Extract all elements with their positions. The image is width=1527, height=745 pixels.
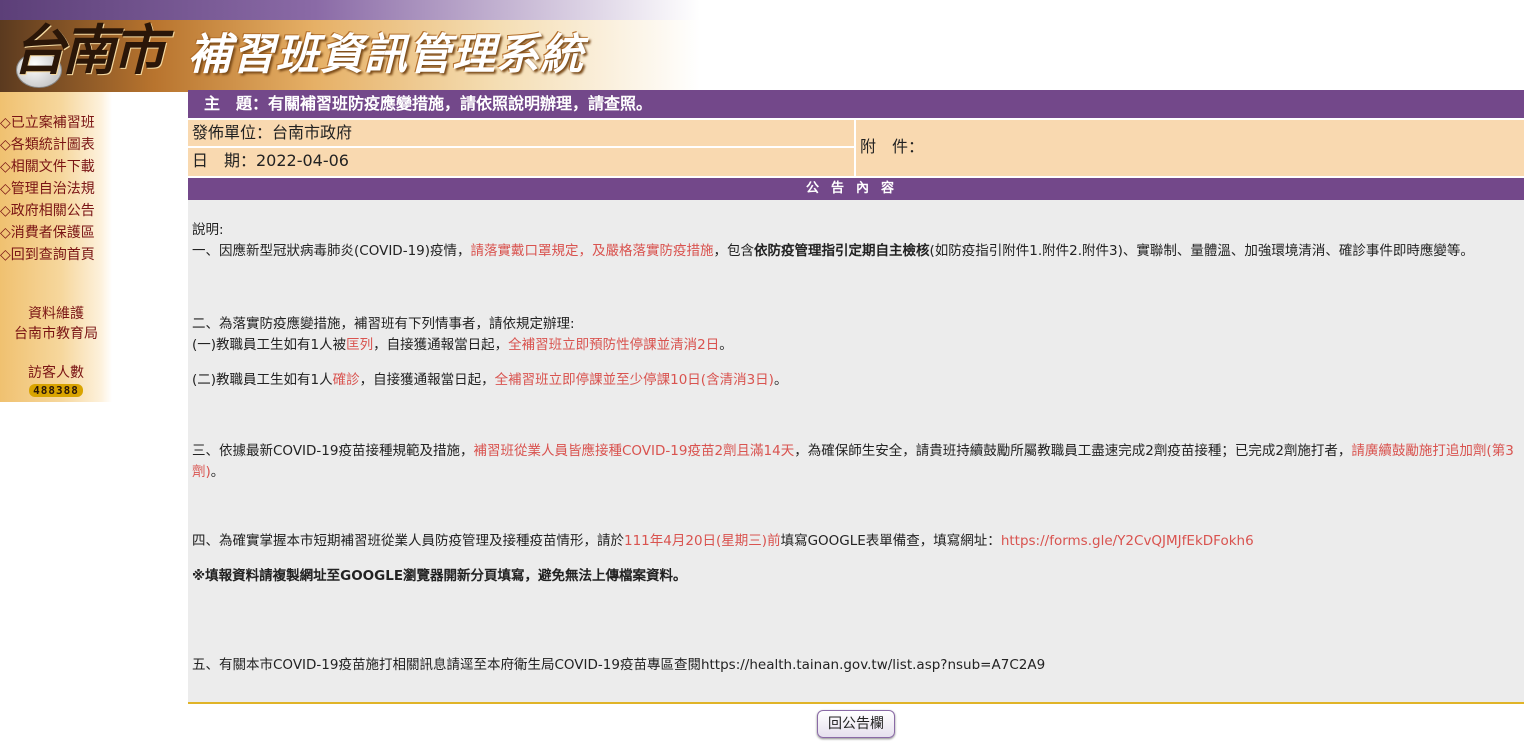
system-title: 補習班資訊管理系統 bbox=[188, 30, 584, 80]
text: 一、因應新型冠狀病毒肺炎(COVID-19)疫情， bbox=[192, 243, 471, 259]
form-url-link[interactable]: https://forms.gle/Y2CvQJMJfEkDFokh6 bbox=[1001, 533, 1254, 549]
visitor-label: 訪客人數 bbox=[28, 365, 84, 381]
content-item-4-note: ※填報資料請複製網址至GOOGLE瀏覽器開新分頁填寫，避免無法上傳檔案資料。 bbox=[192, 568, 687, 584]
content-item-3: 三、依據最新COVID-19疫苗接種規範及措施，補習班從業人員皆應接種COVID… bbox=[192, 441, 1520, 483]
content-item-2-1: (一)教職員工生如有1人被匡列，自接獲通報當日起，全補習班立即預防性停課並清消2… bbox=[192, 335, 1520, 356]
sidebar-item-downloads[interactable]: ◇相關文件下載 bbox=[0, 156, 95, 178]
sidebar-item-regulations[interactable]: ◇管理自治法規 bbox=[0, 178, 95, 200]
content-item-1: 一、因應新型冠狀病毒肺炎(COVID-19)疫情，請落實戴口罩規定，及嚴格落實防… bbox=[192, 241, 1520, 262]
maintenance-org: 台南市教育局 bbox=[14, 326, 98, 342]
meta-left: 發佈單位：台南市政府 日 期：2022-04-06 bbox=[188, 120, 856, 176]
text: (如防疫指引附件1.附件2.附件3)、實聯制、量體溫、加強環境清消、確診事件即時… bbox=[929, 243, 1474, 259]
text: 。 bbox=[773, 372, 788, 388]
highlight-text: 補習班從業人員皆應接種COVID-19疫苗2劑且滿14天 bbox=[473, 443, 795, 459]
attachment-label: 附 件： bbox=[860, 137, 925, 156]
subject-title: 主 題：有關補習班防疫應變措施，請依照說明辦理，請查照。 bbox=[188, 90, 1524, 118]
content-item-2-2: (二)教職員工生如有1人確診，自接獲通報當日起，全補習班立即停課並至少停課10日… bbox=[192, 370, 1520, 391]
bold-text: 依防疫管理指引定期自主檢核 bbox=[754, 243, 930, 259]
back-to-announcements-button[interactable]: 回公告欄 bbox=[817, 710, 895, 738]
content-header: 公告內容 bbox=[188, 178, 1524, 200]
maintenance-label: 資料維護 bbox=[28, 306, 84, 322]
highlight-text: 全補習班立即預防性停課並清消2日 bbox=[508, 337, 720, 353]
text: 。 bbox=[719, 337, 733, 353]
announcement-panel: 主 題：有關補習班防疫應變措施，請依照說明辦理，請查照。 發佈單位：台南市政府 … bbox=[188, 90, 1524, 704]
text: ，包含 bbox=[713, 243, 755, 259]
visitor-counter: 488388 bbox=[29, 384, 83, 397]
highlight-text: 確診 bbox=[332, 372, 360, 388]
sidebar-item-statistics[interactable]: ◇各類統計圖表 bbox=[0, 134, 95, 156]
text: ，自接獲通報當日起， bbox=[373, 337, 509, 353]
content-item-2-title: 二、為落實防疫應變措施，補習班有下列情事者，請依規定辦理: bbox=[192, 316, 575, 332]
text: ，自接獲通報當日起， bbox=[359, 372, 495, 388]
publisher: 發佈單位：台南市政府 bbox=[188, 120, 854, 148]
content-item-5: 五、有關本市COVID-19疫苗施打相關訊息請逕至本府衛生局COVID-19疫苗… bbox=[192, 657, 1046, 673]
publish-date: 日 期：2022-04-06 bbox=[192, 151, 349, 170]
sidebar-item-home[interactable]: ◇回到查詢首頁 bbox=[0, 244, 95, 266]
text: 四、為確實掌握本市短期補習班從業人員防疫管理及接種疫苗情形，請於 bbox=[192, 533, 624, 549]
sidebar-item-announcements[interactable]: ◇政府相關公告 bbox=[0, 200, 95, 222]
announcement-meta: 發佈單位：台南市政府 日 期：2022-04-06 附 件： bbox=[188, 118, 1524, 178]
text: 。 bbox=[210, 464, 225, 480]
site-header-banner: 台南市 補習班資訊管理系統 bbox=[0, 0, 700, 92]
content-item-4: 四、為確實掌握本市短期補習班從業人員防疫管理及接種疫苗情形，請於111年4月20… bbox=[192, 531, 1520, 552]
text: ，為確保師生安全，請貴班持續鼓勵所屬教職員工盡速完成2劑疫苗接種；已完成2劑施打… bbox=[794, 443, 1352, 459]
text: 填寫GOOGLE表單備查，填寫網址： bbox=[780, 533, 1001, 549]
sidebar-item-consumer-protection[interactable]: ◇消費者保護區 bbox=[0, 222, 95, 244]
text: 三、依據最新COVID-19疫苗接種規範及措施， bbox=[192, 443, 474, 459]
city-logo: 台南市 bbox=[12, 18, 166, 82]
highlight-text: 全補習班立即停課並至少停課10日(含清消3日) bbox=[494, 372, 774, 388]
highlight-text: 請落實戴口罩規定，及嚴格落實防疫措施 bbox=[470, 243, 714, 259]
text: (二)教職員工生如有1人 bbox=[192, 372, 333, 388]
text: (一)教職員工生如有1人被 bbox=[192, 337, 347, 353]
highlight-text: 匡列 bbox=[346, 337, 374, 353]
sidebar: ◇已立案補習班 ◇各類統計圖表 ◇相關文件下載 ◇管理自治法規 ◇政府相關公告 … bbox=[0, 92, 112, 402]
sidebar-item-registered-schools[interactable]: ◇已立案補習班 bbox=[0, 112, 95, 134]
visitor-info: 訪客人數 488388 bbox=[0, 362, 112, 398]
content-intro: 說明: bbox=[192, 222, 224, 238]
sidebar-nav: ◇已立案補習班 ◇各類統計圖表 ◇相關文件下載 ◇管理自治法規 ◇政府相關公告 … bbox=[0, 112, 95, 266]
announcement-content: 說明: 一、因應新型冠狀病毒肺炎(COVID-19)疫情，請落實戴口罩規定，及嚴… bbox=[188, 200, 1524, 704]
maintenance-info: 資料維護 台南市教育局 bbox=[0, 304, 112, 344]
highlight-text: 111年4月20日(星期三)前 bbox=[624, 533, 781, 549]
